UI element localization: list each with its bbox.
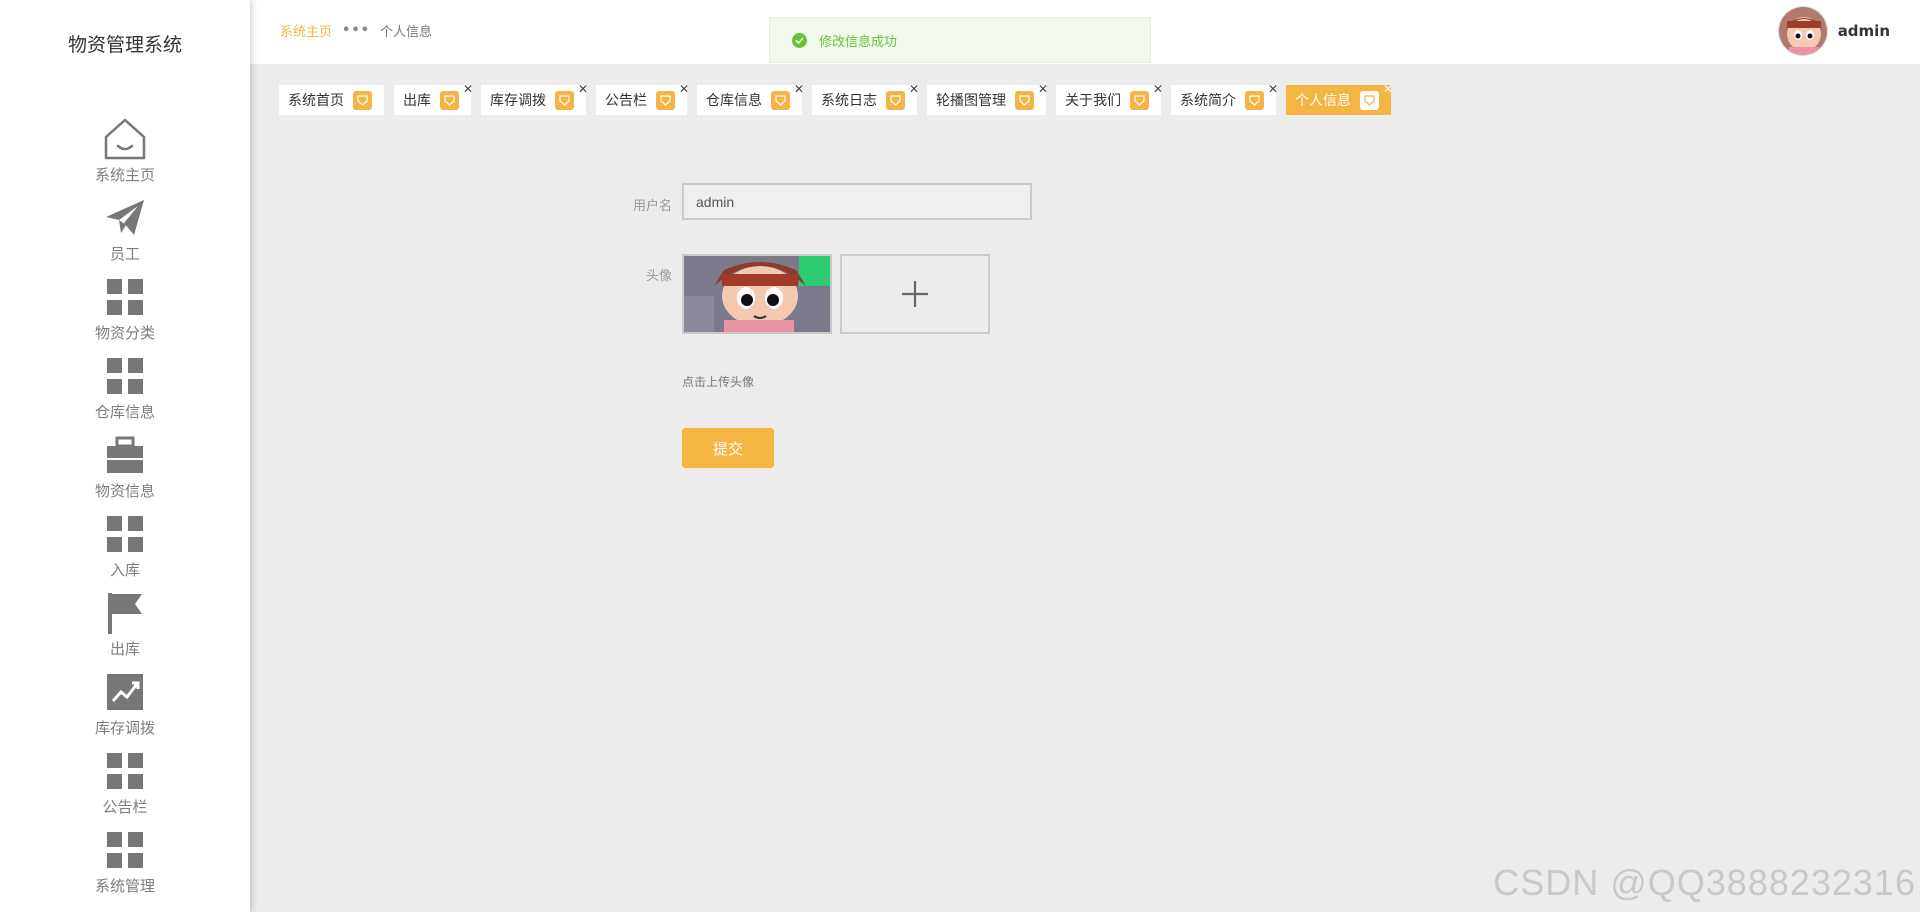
grid-icon: [101, 747, 149, 795]
tab-label: 公告栏: [605, 93, 647, 109]
breadcrumb-home[interactable]: 系统主页: [280, 21, 332, 40]
toast-message: 修改信息成功: [819, 34, 898, 50]
close-icon[interactable]: ✕: [679, 83, 689, 95]
grid-icon: [101, 510, 149, 558]
tab-transfer[interactable]: 库存调拨 ✕: [481, 83, 588, 115]
sidebar-item-label: 仓库信息: [94, 403, 155, 421]
tab-warehouse[interactable]: 仓库信息 ✕: [697, 83, 804, 115]
grid-icon: [101, 826, 149, 874]
tag-icon: [555, 90, 574, 110]
username-field[interactable]: [682, 183, 1032, 220]
close-icon[interactable]: ✕: [794, 83, 804, 95]
avatar-upload-button[interactable]: [840, 254, 990, 334]
success-toast: 修改信息成功: [769, 17, 1151, 63]
avatar-preview[interactable]: [682, 254, 832, 334]
sidebar-item-outbound[interactable]: 出库: [0, 589, 250, 668]
tag-icon: [1015, 90, 1034, 110]
tag-icon: [656, 90, 675, 110]
home-icon: [101, 115, 149, 163]
tab-label: 系统首页: [288, 93, 344, 109]
tab-about-us[interactable]: 关于我们 ✕: [1056, 83, 1163, 115]
flag-icon: [101, 589, 149, 637]
sidebar-item-employee[interactable]: 员工: [0, 194, 250, 273]
watermark: CSDN @QQ3888232316: [1493, 862, 1916, 903]
briefcase-icon: [101, 431, 149, 479]
sidebar-item-system[interactable]: 系统管理: [0, 826, 250, 905]
user-menu[interactable]: admin: [1777, 6, 1890, 56]
tab-label: 仓库信息: [706, 93, 762, 109]
tab-system-home[interactable]: 系统首页: [279, 85, 384, 115]
sidebar-item-label: 出库: [109, 640, 140, 658]
sidebar-item-warehouse[interactable]: 仓库信息: [0, 352, 250, 431]
tab-label: 系统简介: [1180, 93, 1236, 109]
upload-hint: 点击上传头像: [682, 375, 755, 389]
plus-icon: [902, 281, 928, 307]
close-icon[interactable]: ✕: [1383, 83, 1393, 95]
sidebar-item-material-info[interactable]: 物资信息: [0, 431, 250, 510]
breadcrumb-separator: •••: [342, 23, 370, 38]
avatar-label: 头像: [645, 269, 672, 284]
grid-icon: [101, 273, 149, 321]
sidebar-item-label: 入库: [109, 561, 140, 579]
paper-plane-icon: [101, 194, 149, 242]
sidebar-item-label: 公告栏: [102, 798, 148, 816]
close-icon[interactable]: ✕: [909, 83, 919, 95]
tab-outbound[interactable]: 出库 ✕: [394, 83, 473, 115]
tab-label: 系统日志: [821, 93, 877, 109]
sidebar-item-label: 系统管理: [94, 877, 155, 895]
tab-system-log[interactable]: 系统日志 ✕: [812, 83, 919, 115]
username[interactable]: admin: [1838, 22, 1890, 40]
close-icon[interactable]: ✕: [463, 83, 473, 95]
check-circle-icon: [792, 32, 807, 48]
tag-icon: [886, 90, 905, 110]
sidebar-item-label: 系统主页: [94, 166, 155, 184]
tab-notice[interactable]: 公告栏 ✕: [596, 83, 689, 115]
grid-icon: [101, 352, 149, 400]
app-title: 物资管理系统: [67, 34, 182, 56]
sidebar-item-label: 物资信息: [94, 482, 155, 500]
username-label: 用户名: [632, 199, 672, 214]
breadcrumb-current: 个人信息: [379, 25, 432, 40]
tab-label: 库存调拨: [490, 93, 546, 109]
tab-label: 轮播图管理: [936, 93, 1006, 109]
avatar[interactable]: [1777, 6, 1828, 56]
close-icon[interactable]: ✕: [1153, 83, 1163, 95]
close-icon[interactable]: ✕: [1268, 83, 1278, 95]
sidebar-item-material-category[interactable]: 物资分类: [0, 273, 250, 352]
tag-icon: [353, 90, 372, 110]
sidebar-item-transfer[interactable]: 库存调拨: [0, 668, 250, 747]
close-icon[interactable]: ✕: [578, 83, 588, 95]
tag-icon: [1245, 90, 1264, 110]
tab-bar: 系统首页 出库 ✕ 库存调拨 ✕ 公告栏 ✕ 仓库信息 ✕ 系统日志 ✕ 轮播图…: [279, 83, 1401, 115]
tab-profile[interactable]: 个人信息 ✕: [1286, 83, 1393, 115]
tag-icon: [1360, 90, 1379, 110]
sidebar-item-inbound[interactable]: 入库: [0, 510, 250, 589]
tag-icon: [440, 90, 459, 110]
tab-label: 个人信息: [1295, 93, 1351, 109]
sidebar-item-notice[interactable]: 公告栏: [0, 747, 250, 826]
tag-icon: [1130, 90, 1149, 110]
sidebar-item-home[interactable]: 系统主页: [0, 115, 250, 194]
tab-system-intro[interactable]: 系统简介 ✕: [1171, 83, 1278, 115]
sidebar-item-label: 员工: [109, 245, 140, 263]
close-icon[interactable]: ✕: [1038, 83, 1048, 95]
tag-icon: [771, 90, 790, 110]
sidebar-item-label: 库存调拨: [94, 719, 155, 737]
chart-line-icon: [101, 668, 149, 716]
sidebar: 物资管理系统 系统主页 员工 物资分类 仓库信息 物资信息 入库 出库 库存调拨…: [0, 0, 250, 912]
tab-label: 出库: [403, 93, 431, 109]
tab-label: 关于我们: [1065, 93, 1121, 109]
breadcrumb: 系统主页 ••• 个人信息: [280, 21, 432, 40]
tab-carousel[interactable]: 轮播图管理 ✕: [927, 83, 1048, 115]
sidebar-menu: 系统主页 员工 物资分类 仓库信息 物资信息 入库 出库 库存调拨 公告栏 系统…: [0, 115, 250, 905]
submit-button[interactable]: 提交: [682, 428, 774, 468]
sidebar-item-label: 物资分类: [94, 324, 155, 342]
